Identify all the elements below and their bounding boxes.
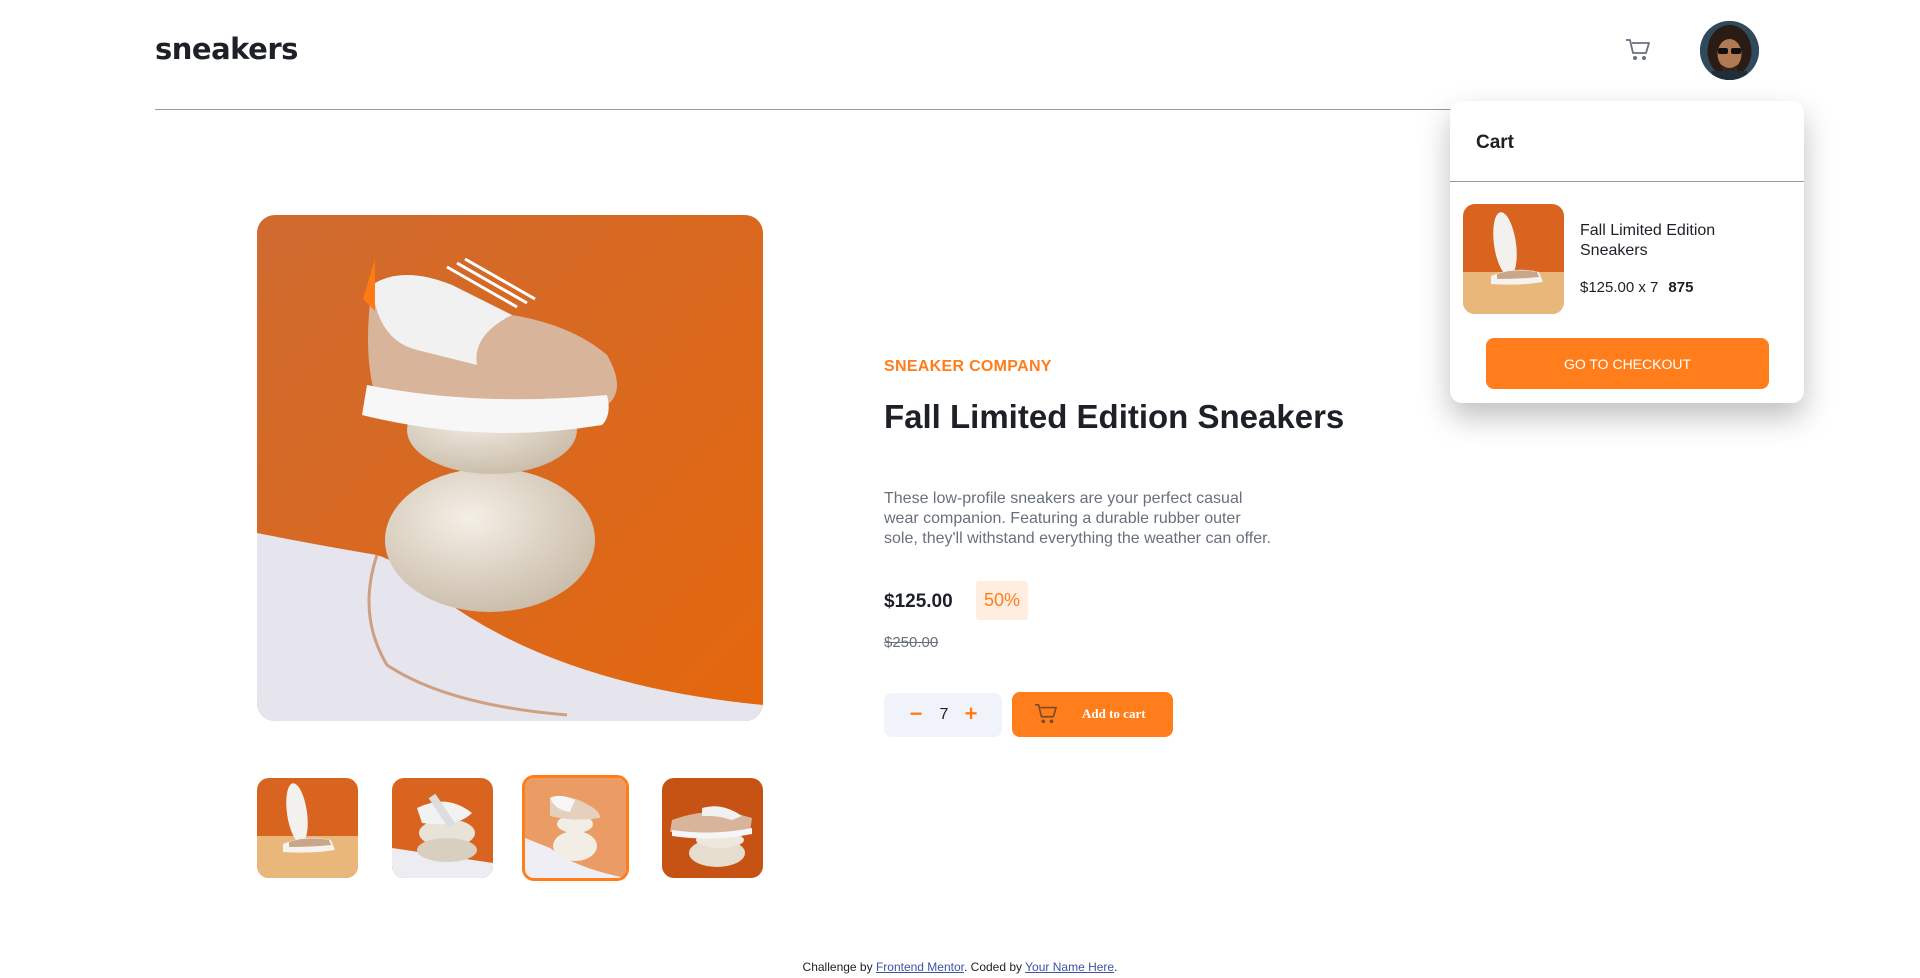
cart-item-price: $125.00 x 7 875 [1580,279,1693,296]
logo[interactable]: sneakers [155,32,298,66]
discount-badge: 50% [976,581,1028,620]
attribution-footer: Challenge by Frontend Mentor. Coded by Y… [0,960,1920,974]
current-price: $125.00 [884,591,953,612]
thumbnail-4[interactable] [662,778,763,878]
quantity-value: 7 [939,706,949,723]
frontend-mentor-link[interactable]: Frontend Mentor [876,960,964,974]
footer-prefix: Challenge by [802,960,876,974]
plus-button[interactable]: + [961,703,981,725]
cart-item-name: Fall Limited Edition Sneakers [1580,222,1716,259]
thumbnail-3[interactable] [522,775,629,881]
minus-button[interactable]: − [906,703,926,725]
company-label: SNEAKER COMPANY [884,358,1052,375]
cart-item-total: 875 [1668,279,1694,296]
author-link[interactable]: Your Name Here [1025,960,1114,974]
cart-icon [1034,703,1058,725]
cart-divider [1450,181,1804,182]
thumbnail-2[interactable] [392,778,493,878]
footer-middle: . Coded by [964,960,1026,974]
avatar[interactable] [1700,21,1759,80]
site-header: sneakers [155,0,1765,110]
original-price: $250.00 [884,634,939,651]
quantity-stepper: − 7 + [884,693,1002,737]
footer-suffix: . [1114,960,1118,974]
product-title: Fall Limited Edition Sneakers [884,398,1345,435]
thumbnail-1[interactable] [257,778,358,878]
add-to-cart-label: Add to cart [1082,706,1146,721]
add-to-cart-button[interactable]: Add to cart [1012,692,1173,737]
cart-title: Cart [1476,132,1515,153]
cart-item-unit-price: $125.00 x 7 [1580,279,1659,296]
product-description: These low-profile sneakers are your perf… [884,490,1271,547]
main-product-image[interactable] [257,215,763,721]
cart-item-thumbnail [1463,204,1564,314]
cart-icon[interactable] [1625,38,1651,62]
checkout-button[interactable]: GO TO CHECKOUT [1486,338,1769,389]
cart-popover: Cart Fall Limited Edition Sneakers $125.… [1450,101,1804,403]
